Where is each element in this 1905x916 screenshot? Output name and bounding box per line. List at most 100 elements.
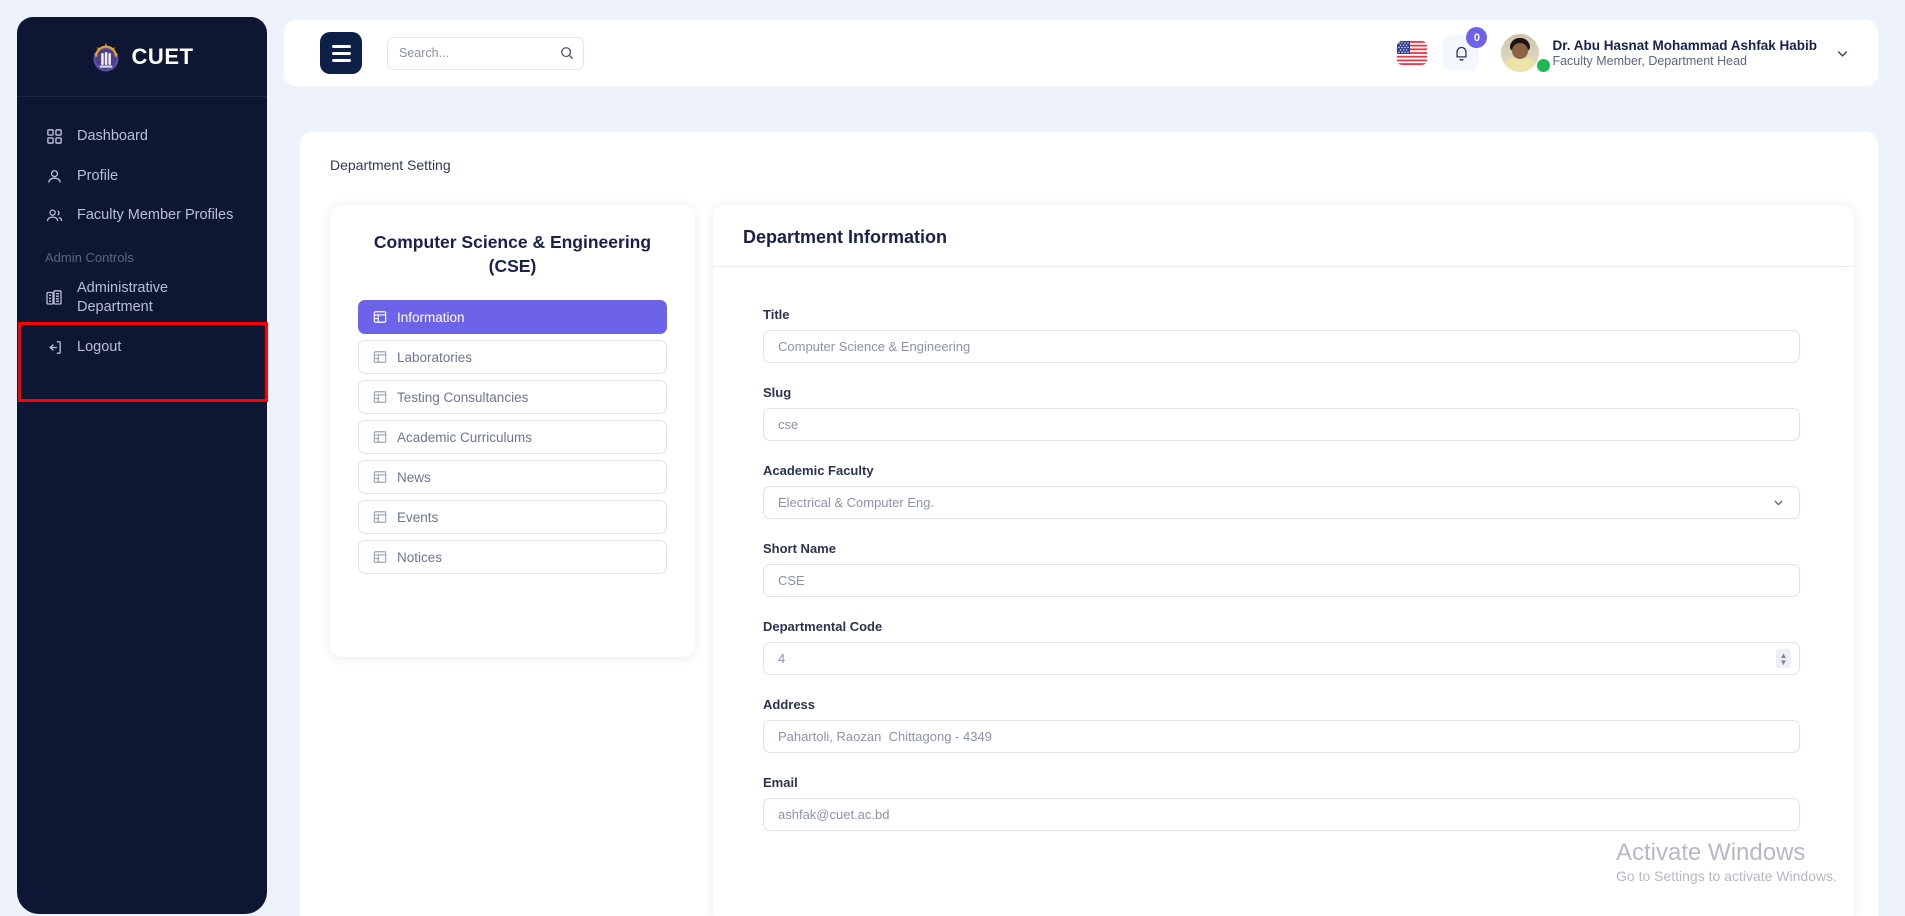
title-input[interactable] (778, 339, 1785, 354)
field-label: Address (763, 697, 1800, 712)
online-status-dot (1537, 59, 1550, 72)
avatar-face (1512, 43, 1528, 59)
number-stepper[interactable]: ▲ ▼ (1776, 649, 1791, 668)
chevron-down-icon[interactable] (1835, 46, 1850, 61)
address-input-wrap[interactable] (763, 720, 1800, 753)
email-input-wrap[interactable] (763, 798, 1800, 831)
sidebar-section-label: Admin Controls (17, 236, 267, 269)
sidebar-item-dashboard[interactable]: Dashboard (17, 117, 267, 157)
tab-news[interactable]: News (358, 460, 667, 494)
search-icon[interactable] (560, 46, 574, 60)
field-address: Address (763, 697, 1800, 753)
tab-label: Notices (397, 550, 442, 565)
title-input-wrap[interactable] (763, 330, 1800, 363)
field-departmental-code: Departmental Code ▲ ▼ (763, 619, 1800, 675)
sidebar-item-profile[interactable]: Profile (17, 157, 267, 197)
main-content: Department Setting Computer Science & En… (300, 132, 1878, 916)
sidebar-item-label: Administrative Department (77, 279, 217, 318)
notification-bell-button[interactable]: 0 (1443, 35, 1479, 71)
sidebar-item-label: Profile (77, 167, 118, 187)
grid-icon (45, 128, 63, 146)
user-icon (45, 167, 63, 185)
email-input[interactable] (778, 807, 1785, 822)
sidebar-item-logout[interactable]: Logout (17, 328, 267, 368)
field-label: Departmental Code (763, 619, 1800, 634)
user-info[interactable]: Dr. Abu Hasnat Mohammad Ashfak Habib Fac… (1552, 38, 1817, 68)
panels-row: Computer Science & Engineering (CSE) Inf… (300, 173, 1878, 916)
topbar-right-cluster: 0 Dr. Abu Hasnat Mohammad Ashfak Habib F… (1397, 34, 1850, 72)
form-header: Department Information (713, 205, 1854, 267)
address-input[interactable] (778, 729, 1785, 744)
departmental-code-input-wrap[interactable]: ▲ ▼ (763, 642, 1800, 675)
short-name-input[interactable] (778, 573, 1785, 588)
department-information-panel: Department Information Title Slug Aca (713, 205, 1854, 916)
tab-label: Information (397, 310, 465, 325)
tab-label: Events (397, 510, 438, 525)
tab-label: News (397, 470, 431, 485)
building-icon (45, 289, 63, 307)
sidebar-item-label: Dashboard (77, 127, 148, 147)
tab-label: Testing Consultancies (397, 390, 528, 405)
chevron-down-icon[interactable] (1772, 496, 1785, 509)
field-email: Email (763, 775, 1800, 831)
sidebar: CUET Dashboard Profile (17, 17, 267, 914)
tab-events[interactable]: Events (358, 500, 667, 534)
search-box[interactable] (387, 37, 584, 70)
tab-laboratories[interactable]: Laboratories (358, 340, 667, 374)
stepper-down-icon[interactable]: ▼ (1780, 659, 1788, 666)
sidebar-item-administrative-department[interactable]: Administrative Department (17, 269, 267, 328)
field-academic-faculty: Academic Faculty Electrical & Computer E… (763, 463, 1800, 519)
user-role: Faculty Member, Department Head (1552, 54, 1817, 68)
tab-label: Academic Curriculums (397, 430, 532, 445)
sidebar-item-label: Logout (77, 338, 121, 358)
table-icon (373, 470, 387, 484)
cuet-emblem-icon (91, 41, 121, 73)
user-name: Dr. Abu Hasnat Mohammad Ashfak Habib (1552, 38, 1817, 53)
departmental-code-input[interactable] (778, 651, 1785, 666)
tab-notices[interactable]: Notices (358, 540, 667, 574)
logout-icon (45, 339, 63, 357)
search-input[interactable] (399, 46, 560, 60)
slug-input[interactable] (778, 417, 1785, 432)
bell-icon (1453, 44, 1470, 62)
tab-testing-consultancies[interactable]: Testing Consultancies (358, 380, 667, 414)
sidebar-item-faculty-member-profiles[interactable]: Faculty Member Profiles (17, 196, 267, 236)
slug-input-wrap[interactable] (763, 408, 1800, 441)
table-icon (373, 550, 387, 564)
brand-name: CUET (132, 44, 194, 70)
hamburger-icon[interactable] (320, 32, 362, 74)
tab-label: Laboratories (397, 350, 472, 365)
field-label: Email (763, 775, 1800, 790)
sidebar-item-label: Faculty Member Profiles (77, 206, 233, 226)
short-name-input-wrap[interactable] (763, 564, 1800, 597)
brand[interactable]: CUET (17, 17, 267, 97)
table-icon (373, 310, 387, 324)
form-heading: Department Information (743, 227, 1854, 248)
field-label: Academic Faculty (763, 463, 1800, 478)
table-icon (373, 430, 387, 444)
table-icon (373, 390, 387, 404)
notification-count-badge: 0 (1466, 27, 1487, 48)
form-body: Title Slug Academic Faculty Electrical &… (713, 267, 1854, 831)
academic-faculty-select-value: Electrical & Computer Eng. (778, 495, 1785, 510)
academic-faculty-select-wrap[interactable]: Electrical & Computer Eng. (763, 486, 1800, 519)
tab-academic-curriculums[interactable]: Academic Curriculums (358, 420, 667, 454)
tab-information[interactable]: Information (358, 300, 667, 334)
us-flag-icon[interactable] (1397, 41, 1427, 65)
department-title: Computer Science & Engineering (CSE) (358, 231, 667, 278)
avatar-body (1504, 58, 1536, 72)
user-avatar[interactable] (1501, 34, 1539, 72)
users-icon (45, 207, 63, 225)
table-icon (373, 510, 387, 524)
field-slug: Slug (763, 385, 1800, 441)
table-icon (373, 350, 387, 364)
field-label: Title (763, 307, 1800, 322)
topbar: 0 Dr. Abu Hasnat Mohammad Ashfak Habib F… (284, 20, 1878, 86)
field-label: Slug (763, 385, 1800, 400)
field-title: Title (763, 307, 1800, 363)
field-label: Short Name (763, 541, 1800, 556)
breadcrumb: Department Setting (300, 132, 1878, 173)
sidebar-nav: Dashboard Profile Faculty Member Profile… (17, 97, 267, 367)
field-short-name: Short Name (763, 541, 1800, 597)
department-tabs-panel: Computer Science & Engineering (CSE) Inf… (330, 205, 695, 657)
